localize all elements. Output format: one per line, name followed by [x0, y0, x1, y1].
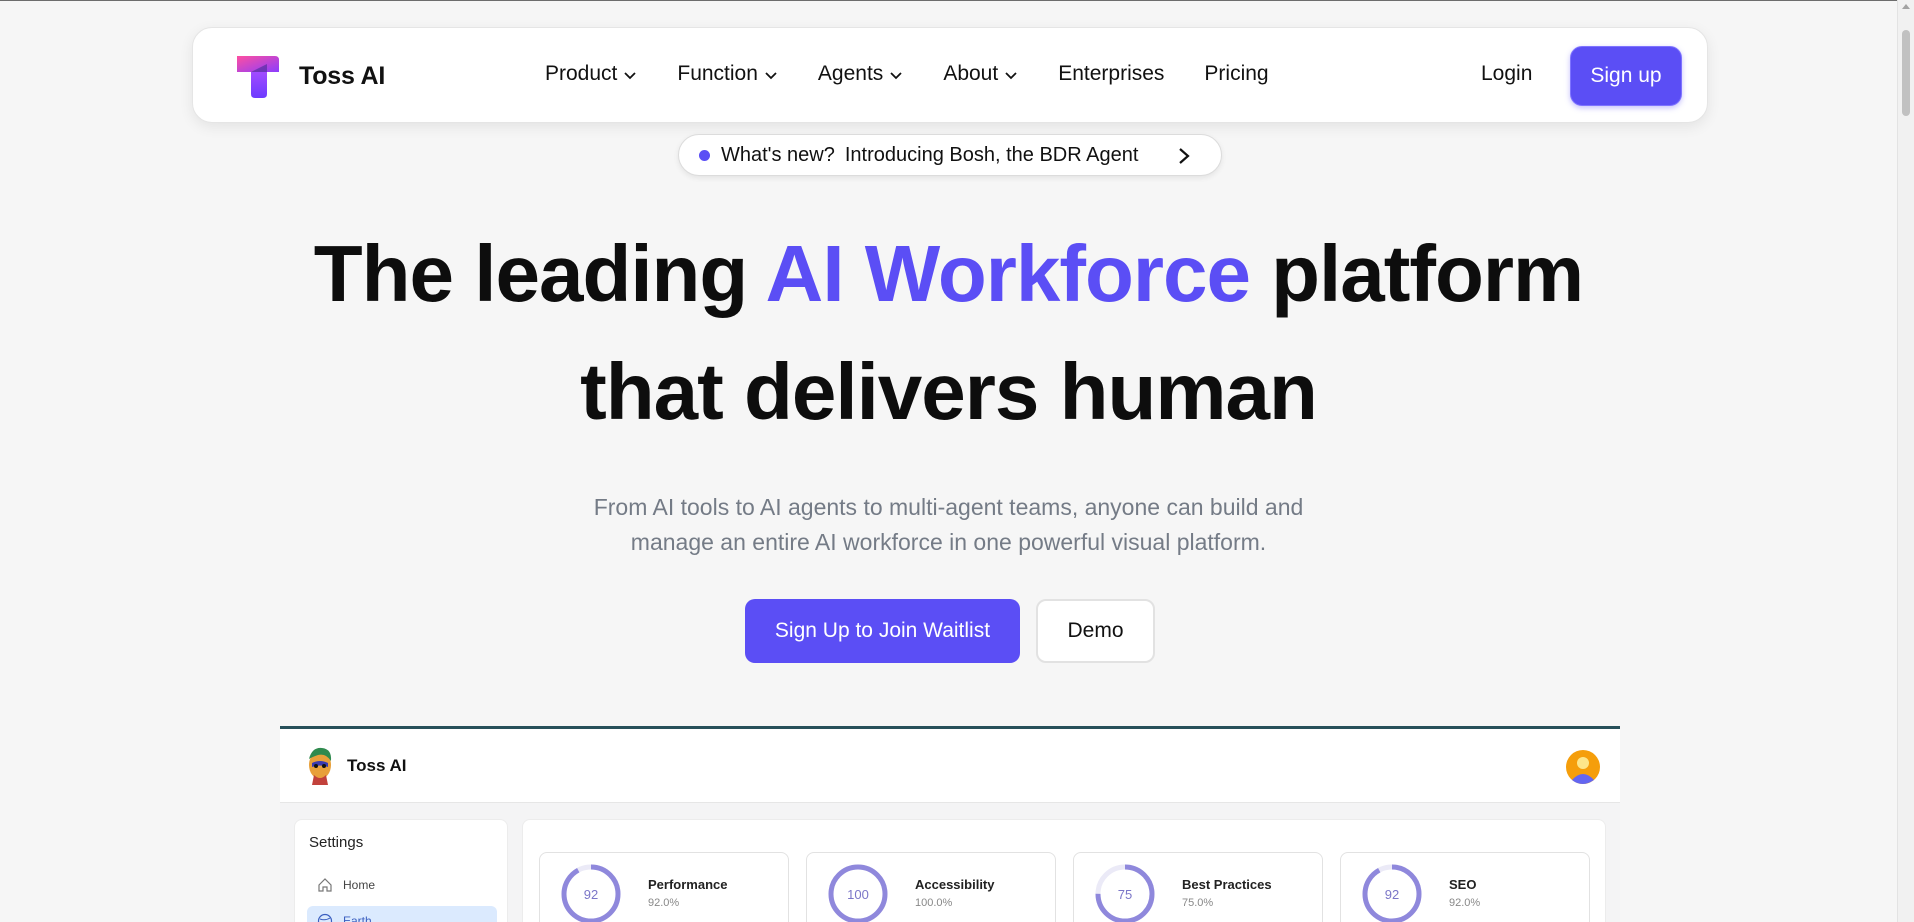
metric-card-seo: 92 SEO 92.0%: [1340, 852, 1590, 922]
nav-item-label: About: [943, 62, 999, 85]
announcement-prefix: What's new?: [721, 143, 835, 166]
hero-subtitle: From AI tools to AI agents to multi-agen…: [0, 490, 1897, 560]
home-icon: [318, 878, 332, 892]
settings-title: Settings: [309, 834, 364, 851]
hero-headline-line2: that delivers human: [580, 347, 1318, 436]
nav-item-about[interactable]: About: [943, 62, 1018, 86]
page-scrollbar[interactable]: [1897, 0, 1914, 922]
announcement-text: Introducing Bosh, the BDR Agent: [844, 143, 1139, 166]
dashboard-preview: Toss AI Settings Home Earth 92 Performan…: [280, 726, 1620, 922]
brand-avatar-icon: [309, 747, 332, 785]
metric-percent: 92.0%: [1449, 897, 1481, 909]
scrollbar-thumb[interactable]: [1902, 30, 1910, 116]
metric-card-best-practices: 75 Best Practices 75.0%: [1073, 852, 1323, 922]
status-dot: [699, 149, 710, 161]
chevron-down-icon: [1005, 72, 1017, 80]
globe-icon: [317, 913, 333, 922]
metric-label: Accessibility: [915, 877, 995, 892]
score-value: 92: [1384, 886, 1400, 902]
preview-header: Toss AI: [280, 729, 1620, 803]
demo-button[interactable]: Demo: [1036, 599, 1155, 663]
join-waitlist-button[interactable]: Sign Up to Join Waitlist: [745, 599, 1020, 663]
signup-button[interactable]: Sign up: [1570, 46, 1682, 106]
settings-item-earth[interactable]: Earth: [307, 906, 497, 922]
metric-card-performance: 92 Performance 92.0%: [539, 852, 789, 922]
metric-label: Performance: [648, 877, 728, 892]
nav-item-label: Product: [545, 62, 618, 85]
metric-card-accessibility: 100 Accessibility 100.0%: [806, 852, 1056, 922]
nav-item-label: Function: [677, 62, 758, 85]
nav-item-pricing[interactable]: Pricing: [1204, 62, 1268, 86]
chevron-down-icon: [624, 72, 637, 80]
announcement-pill[interactable]: What's new? Introducing Bosh, the BDR Ag…: [678, 134, 1222, 176]
nav-item-product[interactable]: Product: [545, 62, 637, 86]
toss-logo-icon: [237, 56, 279, 98]
user-avatar-icon[interactable]: [1566, 750, 1600, 784]
chevron-right-icon: [1179, 148, 1190, 164]
main-nav: Product Function Agents About Enterprise…: [545, 62, 1309, 86]
chevron-down-icon: [765, 72, 777, 80]
score-value: 75: [1117, 886, 1133, 902]
metric-label: Best Practices: [1182, 877, 1272, 892]
hero-headline-accent: AI Workforce: [765, 229, 1251, 318]
metric-percent: 75.0%: [1182, 897, 1214, 909]
metric-label: SEO: [1449, 877, 1477, 892]
hero-subtitle-line: From AI tools to AI agents to multi-agen…: [593, 494, 1304, 520]
nav-item-label: Enterprises: [1058, 62, 1165, 85]
hero-subtitle-line: manage an entire AI workforce in one pow…: [630, 529, 1267, 555]
hero-headline-line1: The leading AI Workforce platform: [0, 228, 1897, 320]
scroll-up-arrow-icon[interactable]: [1902, 4, 1910, 9]
hero-headline-part: platform: [1249, 229, 1584, 318]
chevron-down-icon: [890, 72, 902, 80]
nav-item-agents[interactable]: Agents: [818, 62, 903, 86]
nav-item-label: Pricing: [1204, 62, 1269, 85]
settings-item-label: Home: [343, 878, 376, 892]
brand[interactable]: Toss AI: [235, 54, 385, 98]
top-navbar: Toss AI Product Function Agents About En…: [192, 27, 1708, 123]
settings-panel: Settings Home Earth: [294, 819, 508, 922]
nav-item-function[interactable]: Function: [677, 62, 778, 86]
metrics-panel: 92 Performance 92.0% 100 Accessibility 1…: [522, 819, 1606, 922]
score-value: 92: [583, 886, 599, 902]
settings-item-label: Earth: [343, 914, 372, 922]
nav-item-enterprises[interactable]: Enterprises: [1058, 62, 1164, 86]
score-value: 100: [847, 886, 869, 902]
brand-name: Toss AI: [299, 61, 386, 90]
window-top-border: [0, 0, 1914, 1]
hero-headline-part: The leading: [313, 229, 766, 318]
metric-percent: 92.0%: [648, 897, 680, 909]
settings-item-home[interactable]: Home: [307, 870, 497, 900]
preview-brand-name: Toss AI: [347, 756, 407, 775]
nav-item-label: Agents: [817, 62, 884, 85]
login-link[interactable]: Login: [1481, 62, 1532, 86]
metric-percent: 100.0%: [915, 897, 953, 909]
